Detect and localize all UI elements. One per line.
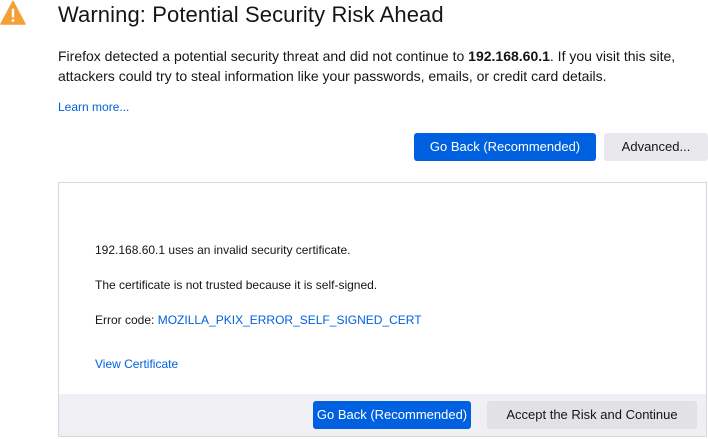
- invalid-cert-text: 192.168.60.1 uses an invalid security ce…: [95, 243, 351, 257]
- advanced-button[interactable]: Advanced...: [604, 133, 708, 161]
- error-code-label: Error code:: [95, 313, 158, 327]
- go-back-button-panel[interactable]: Go Back (Recommended): [313, 401, 471, 429]
- view-certificate-link[interactable]: View Certificate: [95, 357, 178, 371]
- description-prefix: Firefox detected a potential security th…: [58, 48, 469, 64]
- error-code-link[interactable]: MOZILLA_PKIX_ERROR_SELF_SIGNED_CERT: [158, 313, 422, 327]
- self-signed-text: The certificate is not trusted because i…: [95, 278, 378, 292]
- description-host: 192.168.60.1: [468, 48, 550, 64]
- page-title: Warning: Potential Security Risk Ahead: [58, 2, 444, 27]
- security-warning-page: Warning: Potential Security Risk Ahead F…: [0, 0, 708, 439]
- panel-footer: Go Back (Recommended) Accept the Risk an…: [59, 394, 706, 436]
- advanced-panel: 192.168.60.1 uses an invalid security ce…: [58, 182, 707, 437]
- learn-more-link[interactable]: Learn more...: [58, 100, 129, 114]
- go-back-button[interactable]: Go Back (Recommended): [414, 133, 596, 161]
- warning-icon: [0, 0, 26, 25]
- accept-risk-button[interactable]: Accept the Risk and Continue: [487, 401, 697, 429]
- error-code-row: Error code: MOZILLA_PKIX_ERROR_SELF_SIGN…: [95, 313, 422, 327]
- warning-description: Firefox detected a potential security th…: [58, 46, 706, 86]
